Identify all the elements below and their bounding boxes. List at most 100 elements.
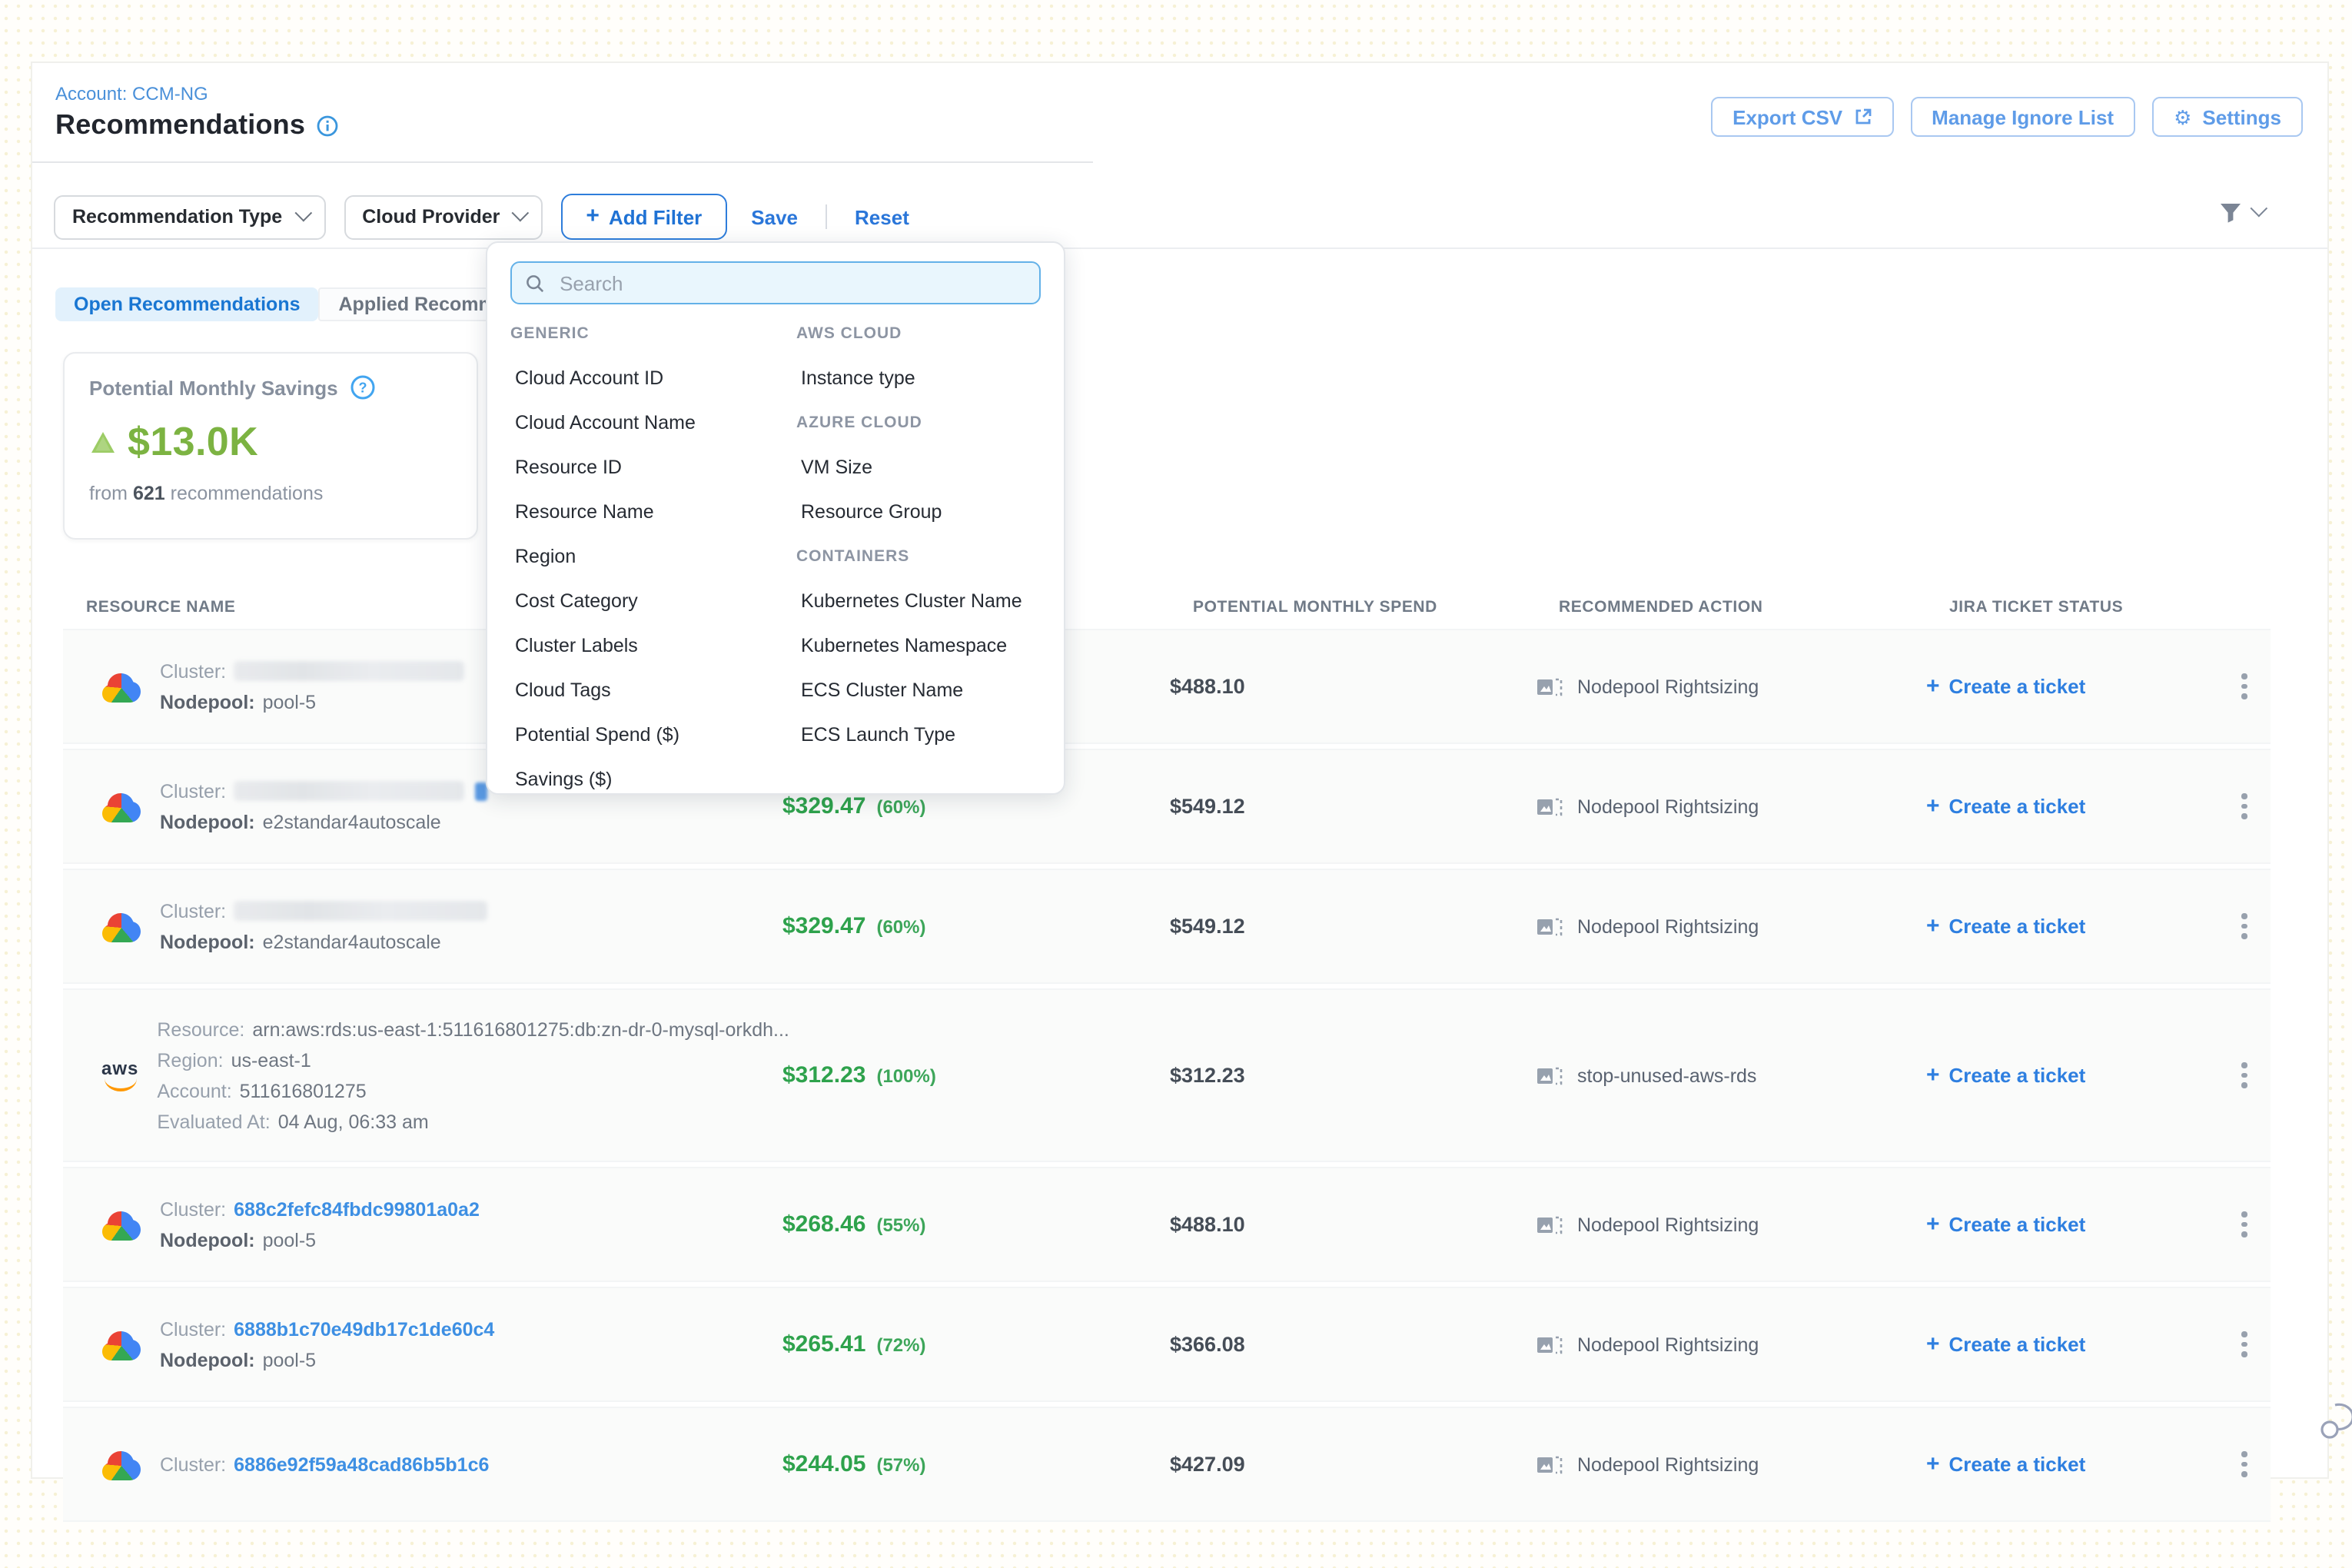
row-menu-button[interactable] <box>2218 1332 2271 1357</box>
nodepool-label: Nodepool: <box>160 691 255 713</box>
table-row[interactable]: Cluster:6886e92f59a48cad86b5b1c6 $244.05… <box>63 1407 2271 1522</box>
rightsizing-icon <box>1536 796 1563 817</box>
savings-value: $312.23 <box>782 1062 865 1088</box>
column-header-jira[interactable]: JIRA TICKET STATUS <box>1926 598 2218 616</box>
cluster-label: Cluster: <box>160 900 226 922</box>
savings-percent: (60%) <box>876 916 925 938</box>
filter-option-vm-size[interactable]: VM Size <box>796 444 1041 489</box>
tab-open-recommendations[interactable]: Open Recommendations <box>55 287 319 321</box>
evaluated-at-value: 04 Aug, 06:33 am <box>278 1111 429 1132</box>
spend-value: $549.12 <box>1170 915 1536 938</box>
filter-option-savings[interactable]: Savings ($) <box>510 756 796 801</box>
create-ticket-button[interactable]: +Create a ticket <box>1926 1064 2218 1087</box>
redacted-cluster-name <box>234 901 487 921</box>
filter-option-cost-category[interactable]: Cost Category <box>510 578 796 623</box>
plus-icon: + <box>1926 1452 1940 1475</box>
recommended-action-label: Nodepool Rightsizing <box>1577 1453 1759 1475</box>
rightsizing-icon <box>1536 1214 1563 1235</box>
reset-button[interactable]: Reset <box>855 205 909 228</box>
filter-bar: Recommendation Type Cloud Provider + Add… <box>54 194 909 240</box>
nodepool-value: e2standar4autoscale <box>263 811 441 832</box>
create-ticket-button[interactable]: +Create a ticket <box>1926 1453 2218 1476</box>
filter-option-cluster-labels[interactable]: Cluster Labels <box>510 623 796 667</box>
rightsizing-icon <box>1536 1453 1563 1475</box>
column-header-spend[interactable]: POTENTIAL MONTHLY SPEND <box>1170 598 1536 616</box>
row-menu-button[interactable] <box>2218 914 2271 939</box>
manage-ignore-list-button[interactable]: Manage Ignore List <box>1910 97 2135 137</box>
cluster-label: Cluster: <box>160 1198 226 1220</box>
filter-option-resource-name[interactable]: Resource Name <box>510 489 796 533</box>
filter-option-ecs-cluster-name[interactable]: ECS Cluster Name <box>796 667 1041 712</box>
filter-option-cloud-account-name[interactable]: Cloud Account Name <box>510 400 796 444</box>
create-ticket-button[interactable]: +Create a ticket <box>1926 1333 2218 1356</box>
chevron-down-icon <box>2251 200 2268 218</box>
filter-option-potential-spend[interactable]: Potential Spend ($) <box>510 712 796 756</box>
spend-value: $366.08 <box>1170 1333 1536 1356</box>
filter-option-cloud-tags[interactable]: Cloud Tags <box>510 667 796 712</box>
cloud-provider-dropdown[interactable]: Cloud Provider <box>344 194 543 239</box>
help-icon[interactable]: ? <box>350 375 375 400</box>
recommended-action-label: Nodepool Rightsizing <box>1577 676 1759 697</box>
save-button[interactable]: Save <box>751 205 798 228</box>
savings-percent: (55%) <box>876 1214 925 1236</box>
savings-percent: (100%) <box>876 1065 935 1087</box>
create-ticket-button[interactable]: +Create a ticket <box>1926 1213 2218 1236</box>
create-ticket-button[interactable]: +Create a ticket <box>1926 915 2218 938</box>
table-row[interactable]: aws Resource:arn:aws:rds:us-east-1:51161… <box>63 988 2271 1162</box>
filter-option-region[interactable]: Region <box>510 533 796 578</box>
table-row[interactable]: Cluster: Nodepool:e2standar4autoscale $3… <box>63 869 2271 984</box>
filter-option-cloud-account-id[interactable]: Cloud Account ID <box>510 355 796 400</box>
create-ticket-button[interactable]: +Create a ticket <box>1926 675 2218 698</box>
row-menu-button[interactable] <box>2218 1452 2271 1477</box>
gcp-cloud-icon <box>101 670 141 703</box>
table-row[interactable]: Cluster: Nodepool:pool-5 $488.10 Nodepoo… <box>63 629 2271 744</box>
filter-option-kubernetes-cluster-name[interactable]: Kubernetes Cluster Name <box>796 578 1041 623</box>
resource-label: Resource: <box>157 1018 244 1040</box>
savings-value: $244.05 <box>782 1451 865 1477</box>
filter-search[interactable] <box>510 261 1041 304</box>
filter-option-ecs-launch-type[interactable]: ECS Launch Type <box>796 712 1041 756</box>
filter-option-kubernetes-namespace[interactable]: Kubernetes Namespace <box>796 623 1041 667</box>
account-label: Account: <box>157 1080 231 1101</box>
row-menu-button[interactable] <box>2218 674 2271 699</box>
savings-value: $265.41 <box>782 1331 865 1357</box>
settings-button[interactable]: ⚙ Settings <box>2152 97 2303 137</box>
nodepool-value: pool-5 <box>263 691 317 713</box>
plus-icon: + <box>1926 794 1940 817</box>
row-menu-button[interactable] <box>2218 794 2271 819</box>
filter-funnel-button[interactable] <box>2218 201 2263 224</box>
table-row[interactable]: Cluster: Nodepool:e2standar4autoscale $3… <box>63 749 2271 864</box>
cluster-link[interactable]: 688c2fefc84fbdc99801a0a2 <box>234 1198 480 1220</box>
recommendation-type-dropdown[interactable]: Recommendation Type <box>54 194 325 239</box>
recommended-action-label: stop-unused-aws-rds <box>1577 1065 1756 1086</box>
recommendation-count: 621 <box>133 483 165 504</box>
column-header-action[interactable]: RECOMMENDED ACTION <box>1536 598 1926 616</box>
aws-cloud-icon: aws <box>101 1059 138 1091</box>
recommendations-page: Account: CCM-NG Recommendations Export C… <box>0 0 2352 1568</box>
filter-search-input[interactable] <box>556 270 1025 296</box>
settings-label: Settings <box>2202 105 2281 128</box>
cluster-link[interactable]: 6886e92f59a48cad86b5b1c6 <box>234 1453 489 1475</box>
table-row[interactable]: Cluster:6888b1c70e49db17c1de60c4 Nodepoo… <box>63 1287 2271 1402</box>
cluster-label: Cluster: <box>160 660 226 682</box>
chevron-down-icon <box>294 204 312 221</box>
add-filter-button[interactable]: + Add Filter <box>561 194 726 240</box>
recommendations-table: Cluster: Nodepool:pool-5 $488.10 Nodepoo… <box>63 629 2271 1526</box>
nodepool-value: pool-5 <box>263 1229 317 1251</box>
info-icon[interactable] <box>316 115 337 136</box>
create-ticket-button[interactable]: +Create a ticket <box>1926 795 2218 818</box>
breadcrumb[interactable]: Account: CCM-NG <box>55 83 208 105</box>
filter-option-instance-type[interactable]: Instance type <box>796 355 1041 400</box>
savings-value: $329.47 <box>782 913 865 939</box>
section-header-generic: GENERIC <box>510 311 796 355</box>
gcp-cloud-icon <box>101 790 141 822</box>
row-menu-button[interactable] <box>2218 1063 2271 1088</box>
filter-option-resource-id[interactable]: Resource ID <box>510 444 796 489</box>
row-menu-button[interactable] <box>2218 1212 2271 1237</box>
export-csv-button[interactable]: Export CSV <box>1711 97 1893 137</box>
table-row[interactable]: Cluster:688c2fefc84fbdc99801a0a2 Nodepoo… <box>63 1167 2271 1282</box>
chat-bubble-icon <box>2320 1402 2352 1445</box>
filter-option-resource-group[interactable]: Resource Group <box>796 489 1041 533</box>
help-chat-button[interactable] <box>2320 1402 2352 1453</box>
cluster-link[interactable]: 6888b1c70e49db17c1de60c4 <box>234 1318 494 1340</box>
